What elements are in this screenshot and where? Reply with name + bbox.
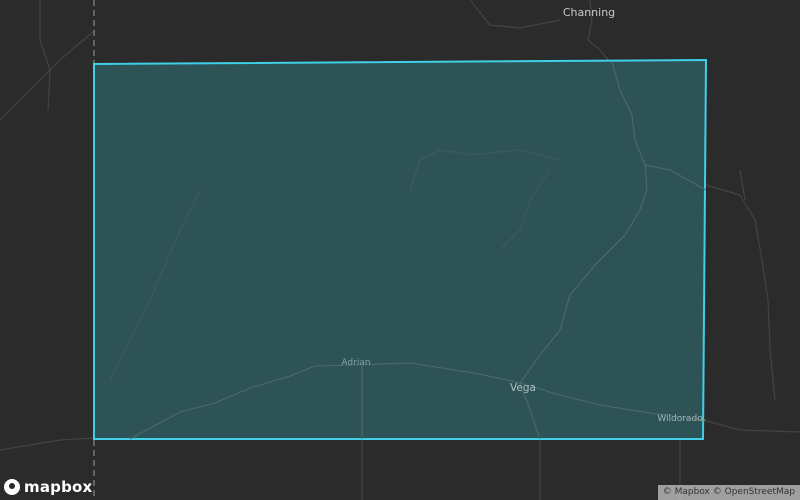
- attribution-osm-link[interactable]: © OpenStreetMap: [713, 487, 795, 497]
- place-label-adrian[interactable]: Adrian: [341, 358, 370, 368]
- mapbox-logo-icon: [4, 479, 20, 495]
- place-label-channing[interactable]: Channing: [563, 6, 615, 19]
- place-label-vega[interactable]: Vega: [510, 382, 536, 394]
- place-label-wildorado[interactable]: Wildorado: [657, 414, 703, 424]
- map-canvas[interactable]: Channing Adrian Vega Wildorado: [0, 0, 800, 500]
- mapbox-logo-text: mapbox: [24, 478, 93, 496]
- county-highlight[interactable]: [93, 58, 708, 440]
- attribution-mapbox-link[interactable]: © Mapbox: [663, 487, 710, 497]
- mapbox-logo[interactable]: mapbox: [4, 478, 92, 496]
- map-attribution: © Mapbox © OpenStreetMap: [657, 485, 800, 500]
